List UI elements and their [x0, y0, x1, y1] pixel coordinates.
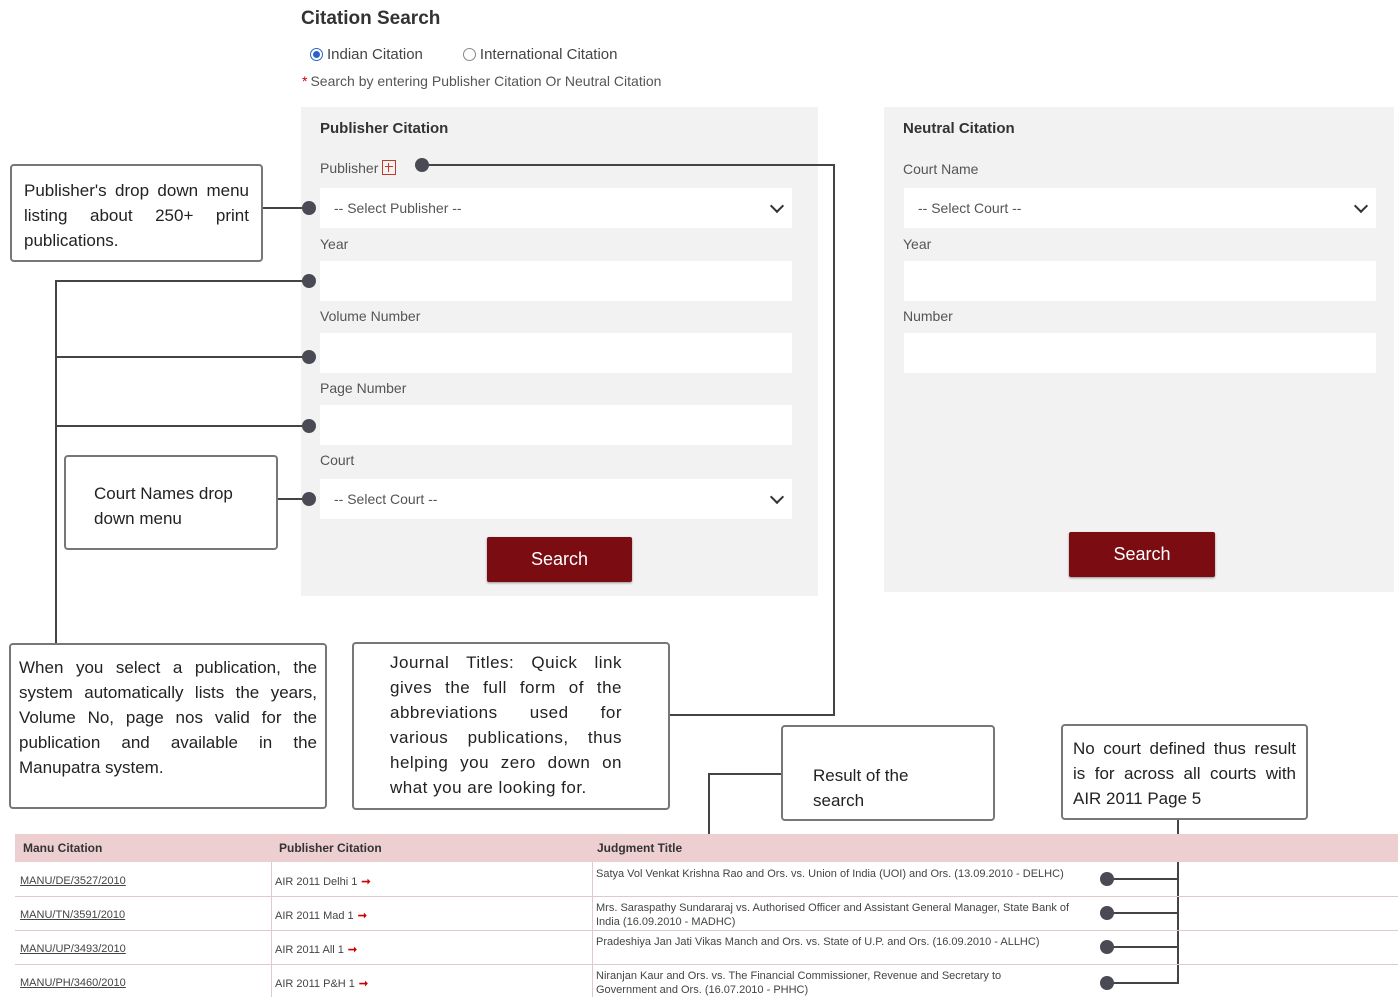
table-row-manu-link[interactable]: MANU/TN/3591/2010 — [20, 909, 125, 921]
connector-line — [669, 714, 835, 716]
neutral-number-input[interactable] — [904, 333, 1376, 373]
radio-indian-citation[interactable] — [310, 48, 323, 61]
search-hint: * Search by entering Publisher Citation O… — [302, 73, 662, 89]
callout-publisher-dropdown: Publisher's drop down menu listing about… — [10, 164, 263, 262]
callout-journal-titles: Journal Titles: Quick link gives the ful… — [352, 642, 670, 810]
connector-dot — [302, 492, 316, 506]
connector-dot — [302, 274, 316, 288]
connector-dot — [1100, 906, 1114, 920]
volume-number-input[interactable] — [320, 333, 792, 373]
table-divider — [15, 896, 1398, 897]
chevron-down-icon — [1353, 198, 1369, 214]
connector-line — [833, 164, 835, 716]
connector-dot — [302, 201, 316, 215]
table-row-judgment-title[interactable]: Niranjan Kaur and Ors. vs. The Financial… — [596, 969, 1056, 997]
table-row-publisher-citation: AIR 2011 Delhi 1 ➞ — [275, 876, 371, 888]
connector-dot — [302, 350, 316, 364]
citation-type-radio-group: Indian Citation International Citation — [310, 46, 618, 63]
table-row-publisher-citation: AIR 2011 All 1 ➞ — [275, 944, 358, 956]
journal-titles-book-icon[interactable] — [382, 160, 397, 175]
table-row-judgment-title[interactable]: Mrs. Saraspathy Sundararaj vs. Authorise… — [596, 901, 1080, 929]
neutral-year-label: Year — [903, 236, 932, 252]
arrow-right-icon[interactable]: ➞ — [359, 978, 368, 990]
court-select[interactable]: -- Select Court -- — [320, 479, 792, 519]
callout-result: Result of the search — [781, 725, 995, 821]
chevron-down-icon — [769, 198, 785, 214]
connector-dot — [1100, 976, 1114, 990]
table-row-manu-link[interactable]: MANU/UP/3493/2010 — [20, 943, 126, 955]
table-divider — [15, 930, 1398, 931]
connector-line — [55, 425, 310, 427]
connector-line — [1107, 878, 1178, 880]
callout-court-names: Court Names drop down menu — [64, 455, 278, 550]
table-row-publisher-citation: AIR 2011 Mad 1 ➞ — [275, 910, 367, 922]
connector-dot — [1100, 872, 1114, 886]
column-header-judgment-title: Judgment Title — [597, 841, 683, 855]
volume-number-label: Volume Number — [320, 308, 421, 324]
connector-dot — [1100, 940, 1114, 954]
radio-indian-citation-label[interactable]: Indian Citation — [327, 46, 423, 63]
connector-dot — [302, 419, 316, 433]
neutral-court-select[interactable]: -- Select Court -- — [904, 188, 1376, 228]
table-divider — [15, 964, 1398, 965]
chevron-down-icon — [769, 489, 785, 505]
page-number-input[interactable] — [320, 405, 792, 445]
neutral-number-label: Number — [903, 308, 953, 324]
connector-line — [55, 280, 57, 645]
connector-line — [55, 280, 310, 282]
year-label: Year — [320, 236, 349, 252]
results-table-header — [15, 834, 1398, 862]
publisher-label: Publisher — [320, 160, 397, 176]
table-divider — [592, 862, 593, 997]
publisher-citation-heading: Publisher Citation — [320, 120, 449, 137]
page-title: Citation Search — [301, 8, 441, 29]
column-header-manu-citation: Manu Citation — [23, 841, 103, 855]
neutral-citation-heading: Neutral Citation — [903, 120, 1015, 137]
neutral-year-input[interactable] — [904, 261, 1376, 301]
connector-line — [708, 773, 782, 775]
court-label: Court — [320, 452, 355, 468]
table-row-manu-link[interactable]: MANU/DE/3527/2010 — [20, 875, 126, 887]
neutral-search-button[interactable]: Search — [1069, 532, 1215, 577]
table-divider — [271, 862, 272, 997]
radio-international-citation-label[interactable]: International Citation — [480, 46, 618, 63]
court-name-label: Court Name — [903, 161, 979, 177]
publisher-search-button[interactable]: Search — [487, 537, 632, 582]
callout-no-court: No court defined thus result is for acro… — [1061, 724, 1308, 820]
arrow-right-icon[interactable]: ➞ — [358, 910, 367, 922]
table-row-judgment-title[interactable]: Pradeshiya Jan Jati Vikas Manch and Ors.… — [596, 935, 1056, 949]
radio-international-citation[interactable] — [462, 48, 476, 61]
arrow-right-icon[interactable]: ➞ — [348, 944, 357, 956]
connector-line — [55, 356, 310, 358]
callout-auto-list: When you select a publication, the syste… — [9, 643, 327, 809]
publisher-select[interactable]: -- Select Publisher -- — [320, 188, 792, 228]
connector-dot — [415, 158, 429, 172]
year-input[interactable] — [320, 261, 792, 301]
connector-line — [1107, 912, 1178, 914]
connector-line — [422, 164, 834, 166]
arrow-right-icon[interactable]: ➞ — [361, 876, 370, 888]
table-row-manu-link[interactable]: MANU/PH/3460/2010 — [20, 977, 126, 989]
table-row-publisher-citation: AIR 2011 P&H 1 ➞ — [275, 978, 369, 990]
page-number-label: Page Number — [320, 380, 407, 396]
connector-line — [1107, 982, 1178, 984]
table-row-judgment-title[interactable]: Satya Vol Venkat Krishna Rao and Ors. vs… — [596, 867, 1076, 881]
column-header-publisher-citation: Publisher Citation — [279, 841, 382, 855]
connector-line — [1107, 946, 1178, 948]
